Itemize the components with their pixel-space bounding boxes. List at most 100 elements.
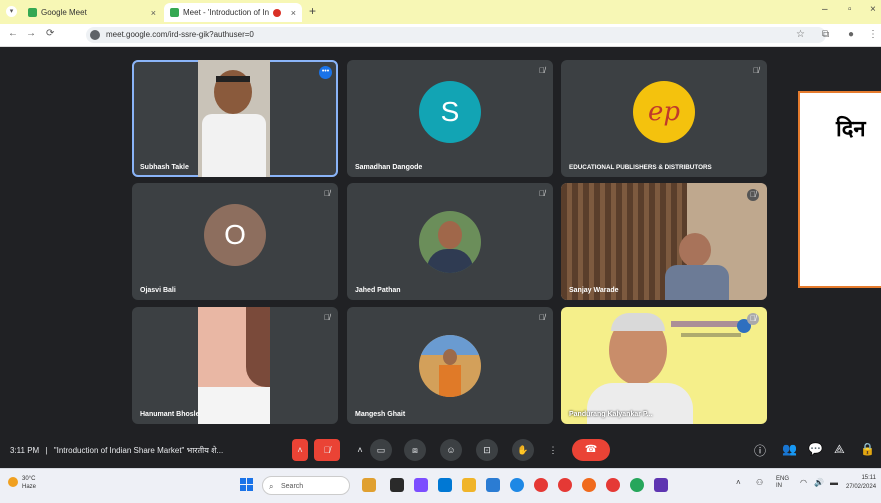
store-app-icon[interactable] [438,478,452,492]
opera-app-icon[interactable] [582,478,596,492]
windows-start-icon[interactable] [240,478,254,492]
people-icon[interactable]: 👥 [782,442,797,456]
new-tab-button[interactable]: + [309,4,316,18]
participant-tile[interactable]: ••• Subhash Takle [132,60,338,177]
meeting-title: "Introduction of Indian Share Market" भा… [53,446,224,455]
file-explorer-icon[interactable] [462,478,476,492]
mic-muted-icon: 🎙̸ [747,189,759,201]
camera-toggle-button[interactable]: ▭ [370,439,392,461]
tab-title: Google Meet [41,8,87,17]
weather-haze-icon [8,477,18,487]
reload-icon[interactable]: ⟳ [46,28,54,39]
mic-options-button[interactable]: ˄ [292,439,308,461]
chrome-meet-icon[interactable] [630,478,644,492]
participant-video [561,183,767,300]
participant-tile[interactable]: 🎙̸ Pandurang Kalyankar P... [561,307,767,424]
more-options-icon[interactable]: ⋮ [546,439,560,461]
url-field[interactable]: meet.google.com/ird-ssre-gik?authuser=0 [86,27,826,43]
participant-avatar: O [204,203,266,266]
menu-icon[interactable]: ⋮ [868,29,878,40]
publisher-logo: ep [633,80,695,143]
bookmark-star-icon[interactable]: ☆ [796,29,805,40]
battery-icon[interactable]: ▬ [830,478,838,487]
meeting-time: 3:11 PM [10,446,40,455]
more-options-icon[interactable]: ••• [319,66,332,79]
search-icon: ⌕ [269,482,274,491]
participant-tile[interactable]: 🎙̸ Jahed Pathan [347,183,553,300]
participant-name: Samadhan Dangode [355,164,423,171]
mic-muted-icon: 🎙̸ [539,313,545,322]
minimize-icon[interactable]: – [822,4,828,15]
meeting-details: 3:11 PM | "Introduction of Indian Share … [10,445,223,456]
taskbar-search[interactable]: ⌕ Search [262,476,350,495]
language-sub: IN [776,483,782,489]
chrome-app-icon[interactable] [606,478,620,492]
forward-icon[interactable]: → [26,28,36,39]
leave-call-button[interactable]: ☎ [572,439,610,461]
tray-app-icon[interactable]: ⚇ [756,478,763,487]
participant-photo [419,211,481,273]
emoji-button[interactable]: ☺ [440,439,462,461]
chrome-profile-icon[interactable] [558,478,572,492]
camera-options-button[interactable]: ˄ [352,439,368,461]
weather-desc: Haze [22,484,37,490]
volume-icon[interactable]: 🔊 [814,478,824,487]
maximize-icon[interactable]: ▫ [848,4,852,15]
meeting-info-icon[interactable]: ⓘ [754,442,766,459]
back-icon[interactable]: ← [8,28,18,39]
host-controls-icon[interactable]: 🔒 [860,442,875,456]
language-indicator[interactable]: ENG IN [776,476,789,490]
participant-tile[interactable]: 🎙̸ Mangesh Ghait [347,307,553,424]
participant-tile[interactable]: 🎙̸ O Ojasvi Bali [132,183,338,300]
chat-icon[interactable]: 💬 [808,442,823,456]
participant-name: Subhash Takle [140,164,189,171]
captions-button[interactable]: ⧈ [404,439,426,461]
chrome-browser-icon[interactable] [534,478,548,492]
close-tab-icon[interactable]: × [291,8,296,18]
taskbar-clock[interactable]: 15:11 27/02/2024 [846,474,876,492]
recording-icon [273,8,281,17]
participant-tile[interactable]: 🎙̸ Sanjay Warade [561,183,767,300]
windows-taskbar: 30°C Haze ⌕ Search ˄ ⚇ ENG IN ◠ 🔊 ▬ 15:1… [0,468,881,503]
extensions-icon[interactable]: ⧉ [822,29,829,40]
widgets-app-icon[interactable] [362,478,376,492]
participant-video [561,307,767,424]
meet-control-bar: 3:11 PM | "Introduction of Indian Share … [0,433,881,468]
tab-google-meet[interactable]: Google Meet × [22,3,162,22]
wifi-icon[interactable]: ◠ [800,478,807,487]
mic-muted-icon: 🎙̸ [539,189,545,198]
pinned-app-icon[interactable] [654,478,668,492]
tab-meet-active[interactable]: Meet - 'Introduction of Ind' × [164,3,302,22]
mic-muted-icon: 🎙̸ [324,189,330,198]
teams-app-icon[interactable] [414,478,428,492]
tab-search-icon[interactable]: ▾ [6,6,17,17]
participant-tile[interactable]: 🎙̸ S Samadhan Dangode [347,60,553,177]
participant-tile[interactable]: 🎙̸ Hanumant Bhosle [132,307,338,424]
raise-hand-button[interactable]: ✋ [512,439,534,461]
tray-chevron-icon[interactable]: ˄ [736,478,741,487]
weather-widget[interactable]: 30°C Haze [8,475,37,491]
clock-time: 15:11 [861,475,877,481]
participant-avatar: S [419,80,481,143]
edge-browser-icon[interactable] [510,478,524,492]
task-view-icon[interactable] [390,478,404,492]
participant-tile[interactable]: 🎙̸ ep EDUCATIONAL PUBLISHERS & DISTRIBUT… [561,60,767,177]
tab-title: Meet - 'Introduction of Ind' [183,8,269,17]
close-tab-icon[interactable]: × [151,8,156,18]
profile-icon[interactable]: ● [848,29,854,40]
meet-favicon-icon [28,8,37,17]
language-label: ENG [776,476,790,482]
presentation-text: दिन [836,116,866,141]
activities-icon[interactable]: ⟁ [834,442,845,457]
site-info-icon[interactable] [90,30,100,40]
url-text: meet.google.com/ird-ssre-gik?authuser=0 [106,30,254,39]
clock-date: 27/02/2024 [846,484,877,490]
calendar-app-icon[interactable] [486,478,500,492]
close-window-icon[interactable]: × [870,4,876,15]
weather-temp: 30°C [22,476,36,482]
present-screen-button[interactable]: ⊡ [476,439,498,461]
search-placeholder: Search [281,483,304,490]
participant-video [198,307,270,424]
participant-name: EDUCATIONAL PUBLISHERS & DISTRIBUTORS [569,164,712,171]
mic-toggle-button[interactable]: 🎙̸ [314,439,340,461]
